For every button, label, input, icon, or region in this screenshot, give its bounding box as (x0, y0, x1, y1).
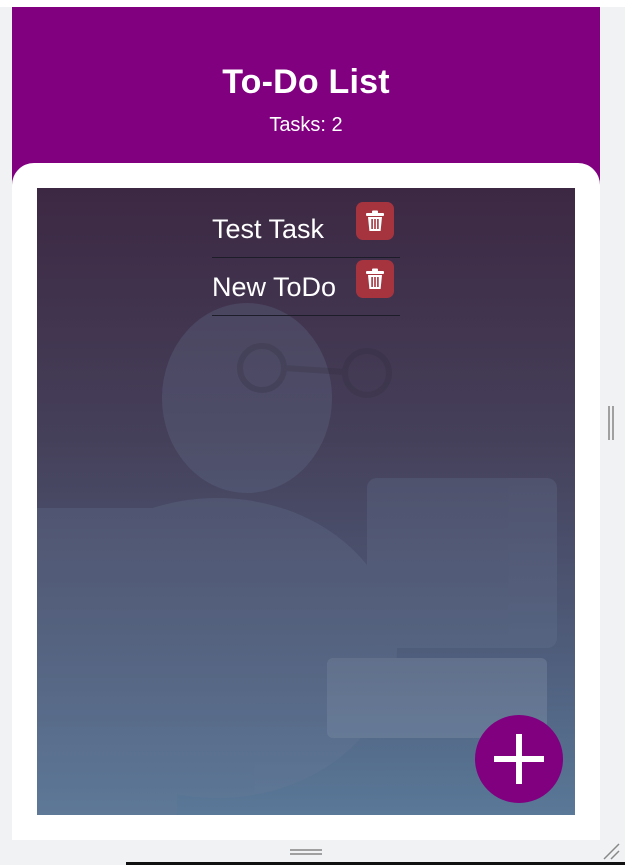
top-edge (0, 0, 625, 7)
task-label: Test Task (212, 214, 325, 244)
add-task-button[interactable] (475, 715, 563, 803)
trash-icon (366, 268, 384, 289)
resize-grip-icon[interactable] (602, 842, 622, 862)
task-list: Test Task New ToDo (212, 200, 400, 316)
list-item: New ToDo (212, 258, 400, 316)
horizontal-resize-handle[interactable] (290, 849, 322, 855)
page-title: To-Do List (222, 63, 390, 101)
trash-icon (366, 210, 384, 231)
task-count: Tasks: 2 (269, 114, 343, 136)
task-label: New ToDo (212, 272, 337, 302)
delete-button[interactable] (356, 202, 394, 240)
list-item: Test Task (212, 200, 400, 258)
todo-app: To-Do List Tasks: 2 Test Task New ToDo (12, 7, 600, 840)
plus-icon (494, 734, 544, 784)
vertical-resize-handle[interactable] (608, 406, 614, 440)
delete-button[interactable] (356, 260, 394, 298)
